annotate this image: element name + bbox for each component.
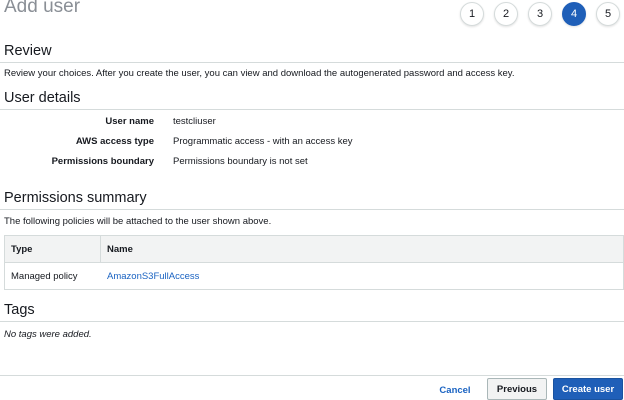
divider <box>0 209 624 210</box>
step-2[interactable]: 2 <box>494 2 518 26</box>
policy-type-cell: Managed policy <box>11 270 78 282</box>
divider <box>0 109 624 110</box>
review-heading: Review <box>4 43 52 59</box>
permissions-table: Type Name Managed policy AmazonS3FullAcc… <box>4 235 624 290</box>
previous-button[interactable]: Previous <box>487 378 547 400</box>
step-1[interactable]: 1 <box>460 2 484 26</box>
create-user-button[interactable]: Create user <box>553 378 623 400</box>
table-row: Managed policy AmazonS3FullAccess <box>5 263 623 289</box>
footer-divider <box>0 375 624 376</box>
column-header-type: Type <box>5 236 101 262</box>
access-type-label: AWS access type <box>75 136 154 147</box>
step-3[interactable]: 3 <box>528 2 552 26</box>
table-header: Type Name <box>5 236 623 263</box>
page-title: Add user <box>4 0 81 17</box>
tags-heading: Tags <box>4 302 35 318</box>
permissions-boundary-value: Permissions boundary is not set <box>173 156 308 167</box>
permissions-description: The following policies will be attached … <box>4 216 272 227</box>
tags-empty-message: No tags were added. <box>4 329 92 340</box>
access-type-value: Programmatic access - with an access key <box>173 136 353 147</box>
permissions-boundary-label: Permissions boundary <box>51 156 154 167</box>
review-description: Review your choices. After you create th… <box>4 68 515 79</box>
wizard-steps: 1 2 3 4 5 <box>460 2 620 26</box>
user-details-heading: User details <box>4 90 81 106</box>
divider <box>0 321 624 322</box>
user-name-label: User name <box>105 116 154 127</box>
step-5[interactable]: 5 <box>596 2 620 26</box>
user-name-value: testcliuser <box>173 116 216 127</box>
permissions-summary-heading: Permissions summary <box>4 190 147 206</box>
cancel-button[interactable]: Cancel <box>430 380 480 400</box>
divider <box>0 62 624 63</box>
step-4-current[interactable]: 4 <box>562 2 586 26</box>
policy-name-link[interactable]: AmazonS3FullAccess <box>101 263 199 289</box>
column-header-name: Name <box>107 243 133 255</box>
